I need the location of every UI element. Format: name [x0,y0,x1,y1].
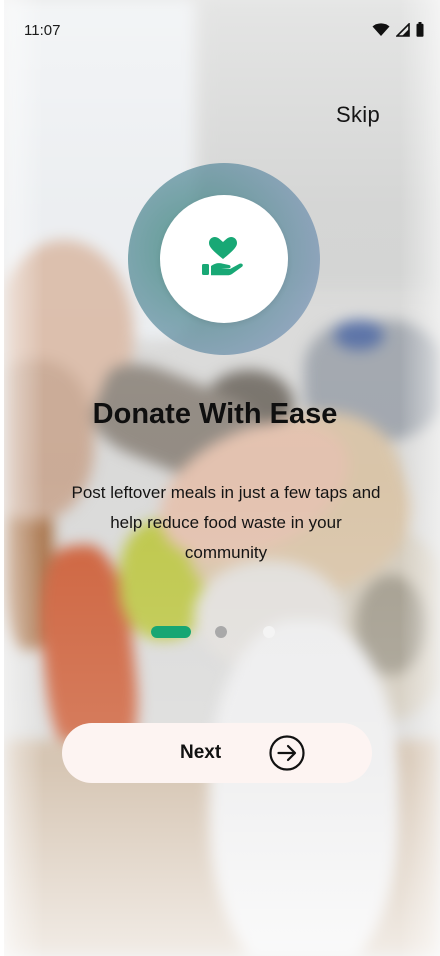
battery-icon [416,22,424,37]
feature-icon-badge [160,195,288,323]
page-dot [263,626,275,638]
status-time: 11:07 [24,22,61,39]
page-dot-active [151,626,191,638]
skip-button[interactable]: Skip [336,102,380,128]
wifi-icon [372,22,390,37]
page-dot [215,626,227,638]
status-bar: 11:07 [0,0,440,60]
next-button-label: Next [180,742,222,763]
onboarding-title: Donate With Ease [92,398,338,430]
arrow-right-circle-icon [269,735,305,771]
status-icons [372,22,424,37]
next-button[interactable]: Next [62,723,372,783]
page-indicator [151,625,275,639]
onboarding-description: Post leftover meals in just a few taps a… [71,483,381,562]
heart-in-hand-icon [202,236,246,282]
signal-icon [396,22,410,37]
